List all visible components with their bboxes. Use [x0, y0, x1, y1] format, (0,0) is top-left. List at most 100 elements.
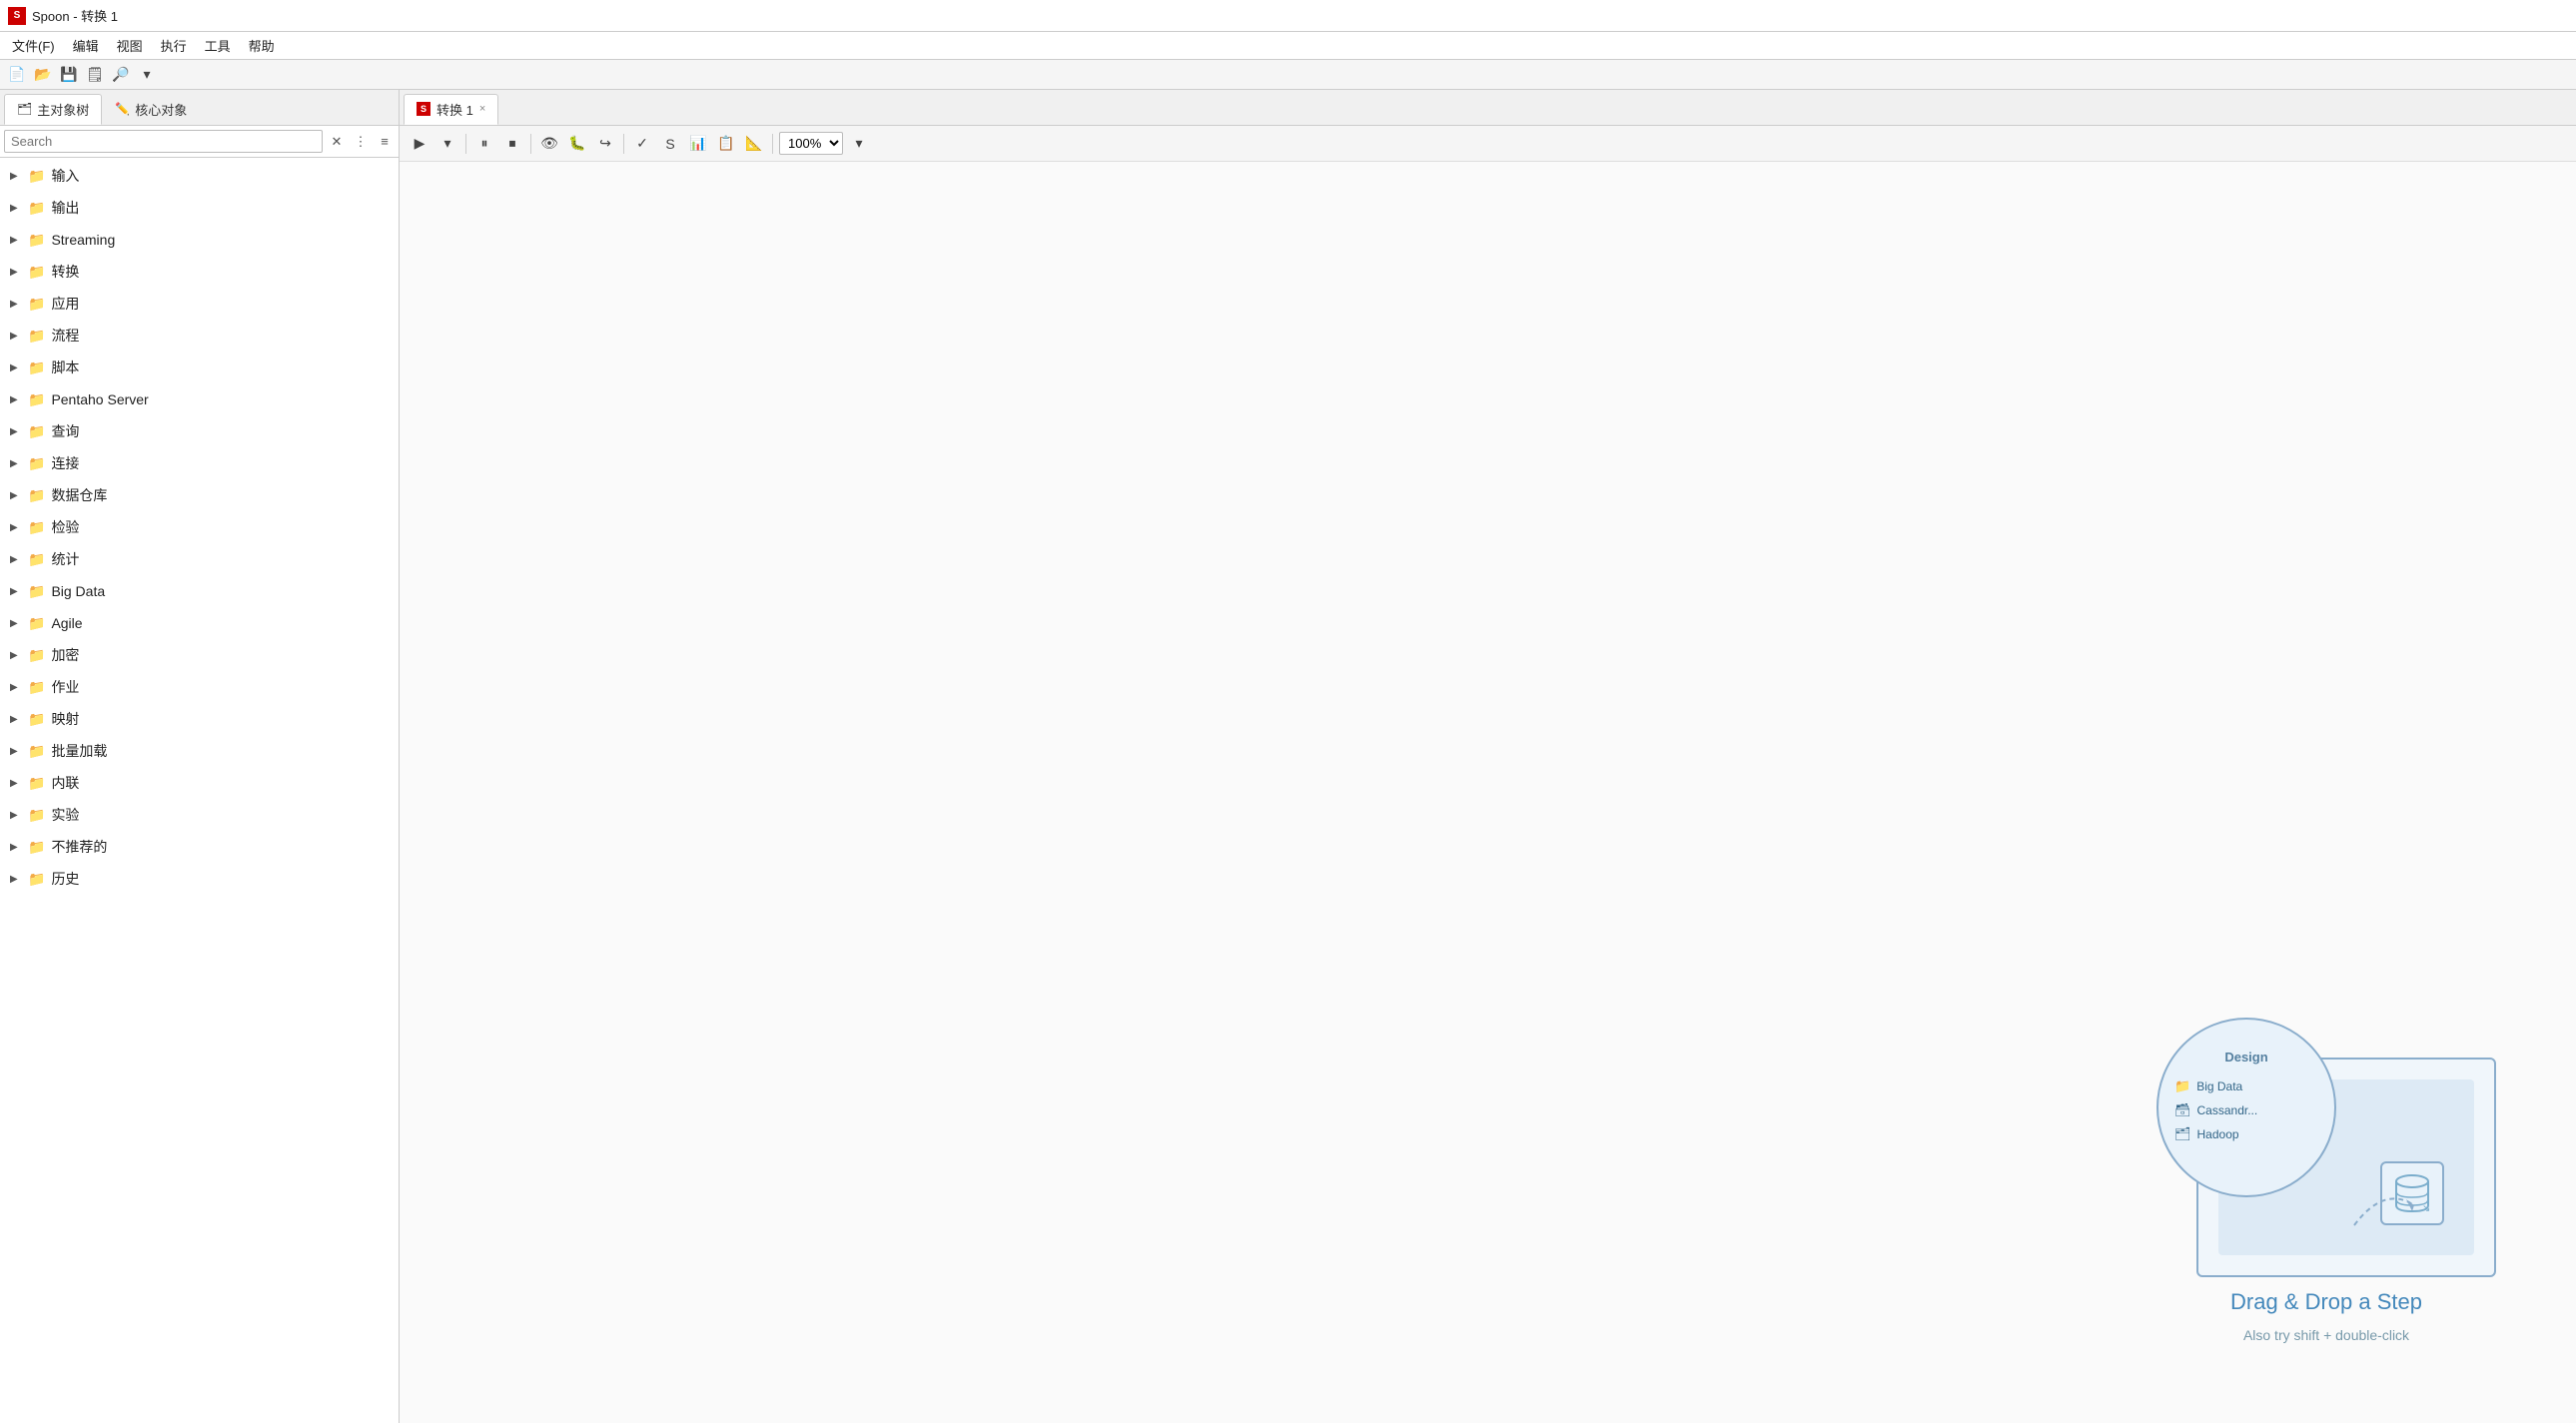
- check-btn[interactable]: ✓: [630, 132, 654, 156]
- drop-hint-title: Drag & Drop a Step: [2230, 1289, 2422, 1315]
- tree-label-bigdata: Big Data: [51, 583, 105, 599]
- search-clear-btn[interactable]: ✕: [327, 132, 347, 152]
- menu-item-edit[interactable]: 编辑: [65, 33, 107, 58]
- cassandra-item: 🗃 Cassandr...: [2174, 1102, 2257, 1118]
- tree-item-output[interactable]: ▶📁输出: [0, 192, 399, 224]
- tree-item-job[interactable]: ▶📁作业: [0, 671, 399, 703]
- canvas-area[interactable]: ↘ Design 📁 Big Data 🗃: [400, 162, 2576, 1423]
- tree-item-datawarehouse[interactable]: ▶📁数据仓库: [0, 479, 399, 511]
- tree-item-bulk-load[interactable]: ▶📁批量加载: [0, 735, 399, 767]
- toolbar-new-btn[interactable]: 📄: [6, 64, 28, 86]
- tree-arrow-agile: ▶: [10, 618, 22, 629]
- tree-item-flow[interactable]: ▶📁流程: [0, 320, 399, 352]
- run-btn[interactable]: ▶: [408, 132, 431, 156]
- tree-item-stats[interactable]: ▶📁统计: [0, 543, 399, 575]
- tree-label-input: 输入: [51, 166, 79, 186]
- tree-arrow-bulk-load: ▶: [10, 746, 22, 757]
- tab-core-objects[interactable]: ✏️ 核心对象: [102, 94, 200, 124]
- toolbar-saveas-btn[interactable]: 🗒: [84, 64, 106, 86]
- tree-item-agile[interactable]: ▶📁Agile: [0, 607, 399, 639]
- tree-item-history[interactable]: ▶📁历史: [0, 863, 399, 895]
- tree-arrow-pentaho-server: ▶: [10, 394, 22, 405]
- canvas-sep-4: [772, 134, 773, 154]
- search-expand-btn[interactable]: ≡: [375, 132, 395, 152]
- tree-item-inline[interactable]: ▶📁内联: [0, 767, 399, 799]
- tree-item-bigdata[interactable]: ▶📁Big Data: [0, 575, 399, 607]
- tree-label-apply: 应用: [51, 294, 79, 314]
- folder-icon-flow: 📁: [28, 328, 45, 345]
- folder-bigdata-icon: 📁: [2174, 1078, 2190, 1094]
- menu-item-tools[interactable]: 工具: [197, 33, 239, 58]
- tree-item-encrypt[interactable]: ▶📁加密: [0, 639, 399, 671]
- stop-btn[interactable]: ⏹: [500, 132, 524, 156]
- cassandra-icon: 🗃: [2174, 1102, 2191, 1118]
- pause-btn[interactable]: ⏸: [472, 132, 496, 156]
- folder-icon-streaming: 📁: [28, 232, 45, 249]
- canvas-tab-close[interactable]: ×: [479, 103, 485, 115]
- folder-icon-stats: 📁: [28, 551, 45, 568]
- tree-label-history: 历史: [51, 869, 79, 889]
- tree-item-script[interactable]: ▶📁脚本: [0, 352, 399, 383]
- folder-icon-connect: 📁: [28, 455, 45, 472]
- tree-item-experiment[interactable]: ▶📁实验: [0, 799, 399, 831]
- toolbar-save-btn[interactable]: 💾: [58, 64, 80, 86]
- run-dropdown-btn[interactable]: ▾: [435, 132, 459, 156]
- tree-arrow-verify: ▶: [10, 522, 22, 533]
- step-btn[interactable]: ↪: [593, 132, 617, 156]
- tree-item-query[interactable]: ▶ 📁 查询: [0, 415, 399, 447]
- graph-btn[interactable]: 📐: [742, 132, 766, 156]
- tree-arrow-streaming: ▶: [10, 235, 22, 246]
- tree-item-pentaho-server[interactable]: ▶📁Pentaho Server: [0, 383, 399, 415]
- drop-hint: ↘ Design 📁 Big Data 🗃: [2156, 1018, 2496, 1343]
- debug-btn[interactable]: 🐛: [565, 132, 589, 156]
- tree-item-verify[interactable]: ▶📁检验: [0, 511, 399, 543]
- tree-label-inline: 内联: [51, 773, 79, 793]
- tree-arrow-history: ▶: [10, 874, 22, 885]
- folder-icon-experiment: 📁: [28, 807, 45, 824]
- tree-arrow-output: ▶: [10, 203, 22, 214]
- search-input[interactable]: [4, 130, 323, 153]
- tree-label-pentaho-server: Pentaho Server: [51, 391, 148, 407]
- menu-item-file[interactable]: 文件(F): [4, 33, 63, 58]
- toolbar-explore-btn[interactable]: 🔎: [110, 64, 132, 86]
- menu-item-help[interactable]: 帮助: [241, 33, 283, 58]
- tree-arrow-inline: ▶: [10, 778, 22, 789]
- folder-icon-transform: 📁: [28, 264, 45, 281]
- tree-arrow-mapping: ▶: [10, 714, 22, 725]
- tree-item-streaming[interactable]: ▶📁Streaming: [0, 224, 399, 256]
- folder-icon-encrypt: 📁: [28, 647, 45, 664]
- search-bar: ✕ ⋮ ≡: [0, 126, 399, 158]
- core-objects-label: 核心对象: [135, 100, 187, 119]
- tree-label-query: 查询: [51, 421, 79, 441]
- tree-item-deprecated[interactable]: ▶📁不推荐的: [0, 831, 399, 863]
- tree-arrow-script: ▶: [10, 362, 22, 373]
- tree-label-deprecated: 不推荐的: [51, 837, 107, 857]
- preview-btn[interactable]: 👁: [537, 132, 561, 156]
- menu-item-view[interactable]: 视图: [109, 33, 151, 58]
- tree-item-input[interactable]: ▶📁输入: [0, 160, 399, 192]
- sql-btn[interactable]: S: [658, 132, 682, 156]
- tree-item-transform[interactable]: ▶📁转换: [0, 256, 399, 288]
- illustration: ↘ Design 📁 Big Data 🗃: [2156, 1018, 2496, 1277]
- tree-arrow-query: ▶: [10, 426, 22, 437]
- canvas-sep-3: [623, 134, 624, 154]
- folder-icon-script: 📁: [28, 359, 45, 376]
- folder-icon-input: 📁: [28, 168, 45, 185]
- zoom-dropdown-btn[interactable]: ▾: [847, 132, 871, 156]
- tree-label-output: 输出: [51, 198, 79, 218]
- search-options-btn[interactable]: ⋮: [351, 132, 371, 152]
- analyze-btn[interactable]: 📊: [686, 132, 710, 156]
- folder-icon-query: 📁: [28, 423, 45, 440]
- tab-main-tree[interactable]: 🗂 主对象树: [4, 94, 102, 125]
- toolbar-dropdown-btn[interactable]: ▾: [136, 64, 158, 86]
- zoom-select[interactable]: 50% 75% 100% 150% 200%: [779, 132, 843, 155]
- canvas-sep-2: [530, 134, 531, 154]
- app-icon: S: [8, 7, 26, 25]
- canvas-tab-transform1[interactable]: S 转换 1 ×: [404, 94, 498, 125]
- tree-item-mapping[interactable]: ▶📁映射: [0, 703, 399, 735]
- tree-item-connect[interactable]: ▶📁连接: [0, 447, 399, 479]
- toolbar-open-btn[interactable]: 📂: [32, 64, 54, 86]
- copy-btn[interactable]: 📋: [714, 132, 738, 156]
- menu-item-run[interactable]: 执行: [153, 33, 195, 58]
- tree-item-apply[interactable]: ▶📁应用: [0, 288, 399, 320]
